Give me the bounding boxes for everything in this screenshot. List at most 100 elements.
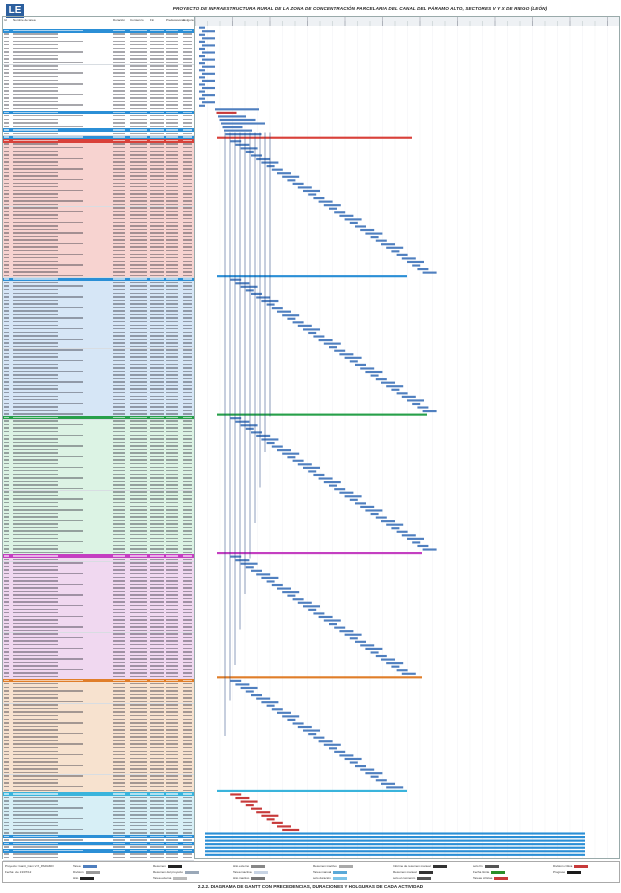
table-cell xyxy=(13,768,58,770)
table-cell xyxy=(130,214,147,216)
table-cell xyxy=(13,615,83,618)
table-cell xyxy=(166,58,178,60)
table-cell xyxy=(166,817,178,820)
gantt-bar xyxy=(199,90,205,93)
table-cell xyxy=(166,746,178,749)
table-cell xyxy=(183,537,192,539)
table-cell xyxy=(4,459,9,461)
gantt-bar xyxy=(292,321,304,324)
table-cell xyxy=(13,285,83,287)
table-cell xyxy=(150,171,164,174)
table-cell xyxy=(150,44,164,46)
table-cell xyxy=(13,619,58,621)
gantt-bar xyxy=(313,197,325,200)
table-cell xyxy=(166,505,178,507)
table-cell xyxy=(13,161,58,163)
table-cell xyxy=(150,445,164,447)
table-cell xyxy=(13,370,83,373)
table-cell xyxy=(4,228,9,231)
table-cell xyxy=(130,569,147,571)
table-cell xyxy=(113,228,125,231)
table-cell xyxy=(166,40,178,42)
legend-label: solo duración xyxy=(313,876,331,880)
table-cell xyxy=(130,33,147,35)
gantt-bar xyxy=(360,768,375,771)
table-cell xyxy=(13,789,58,791)
table-cell xyxy=(183,285,192,287)
table-cell xyxy=(113,817,125,820)
gantt-bar xyxy=(292,722,304,725)
gantt-bar xyxy=(256,157,271,161)
table-cell xyxy=(183,83,192,85)
table-cell xyxy=(113,61,125,64)
table-cell xyxy=(150,324,164,326)
table-cell xyxy=(166,207,178,209)
gantt-bar xyxy=(318,740,333,743)
table-cell xyxy=(113,590,125,593)
table-cell xyxy=(4,239,9,241)
table-cell xyxy=(113,132,125,135)
table-cell xyxy=(4,29,9,32)
table-cell xyxy=(113,466,125,468)
table-cell xyxy=(113,388,125,390)
table-cell xyxy=(183,150,192,152)
table-cell xyxy=(166,722,178,724)
gantt-bar xyxy=(297,601,312,604)
table-cell xyxy=(4,612,9,614)
table-cell xyxy=(130,555,147,557)
table-cell xyxy=(4,665,9,667)
gantt-bar xyxy=(349,637,358,640)
table-cell xyxy=(150,292,164,294)
table-cell xyxy=(130,367,147,369)
table-cell xyxy=(4,494,9,497)
table-cell xyxy=(166,732,178,735)
table-cell xyxy=(113,644,125,646)
table-cell xyxy=(13,683,58,685)
table-cell xyxy=(183,743,192,745)
table-cell xyxy=(130,502,147,504)
table-cell xyxy=(150,470,164,472)
table-cell xyxy=(13,707,58,710)
table-cell xyxy=(166,228,178,231)
table-cell xyxy=(150,420,164,422)
gantt-bar xyxy=(256,434,271,437)
table-cell xyxy=(183,178,192,181)
table-cell xyxy=(13,154,58,156)
table-cell xyxy=(150,519,164,522)
table-cell xyxy=(166,548,178,550)
table-cell xyxy=(150,594,164,596)
table-cell xyxy=(13,409,58,412)
table-cell xyxy=(13,832,58,834)
table-cell xyxy=(150,523,164,525)
table-cell xyxy=(13,377,58,380)
table-cell xyxy=(113,651,125,653)
table-cell xyxy=(4,778,9,781)
gantt-bar xyxy=(297,186,312,189)
table-cell xyxy=(150,601,164,603)
gantt-bar xyxy=(401,257,416,260)
table-cell xyxy=(166,604,178,607)
table-cell xyxy=(113,225,125,227)
table-cell xyxy=(183,320,192,323)
table-cell xyxy=(13,633,58,635)
table-cell xyxy=(183,807,192,809)
table-cell xyxy=(150,711,164,713)
legend: Proyecto: Gantt_Cam.V.X_PARAMO Fecha: vi… xyxy=(2,861,620,883)
gantt-bar xyxy=(251,569,262,572)
table-cell xyxy=(113,147,125,149)
table-cell xyxy=(183,569,192,571)
table-cell xyxy=(13,718,58,720)
table-cell xyxy=(4,530,9,532)
table-cell xyxy=(166,125,178,128)
gantt-bar xyxy=(217,676,422,679)
table-cell xyxy=(4,154,9,156)
table-cell xyxy=(150,644,164,646)
table-cell xyxy=(4,249,9,252)
task-rows xyxy=(3,23,194,861)
table-cell xyxy=(166,200,178,202)
table-cell xyxy=(150,455,164,458)
gantt-bar xyxy=(199,47,205,51)
table-cell xyxy=(130,129,147,131)
table-cell xyxy=(13,548,58,550)
table-cell xyxy=(4,722,9,724)
